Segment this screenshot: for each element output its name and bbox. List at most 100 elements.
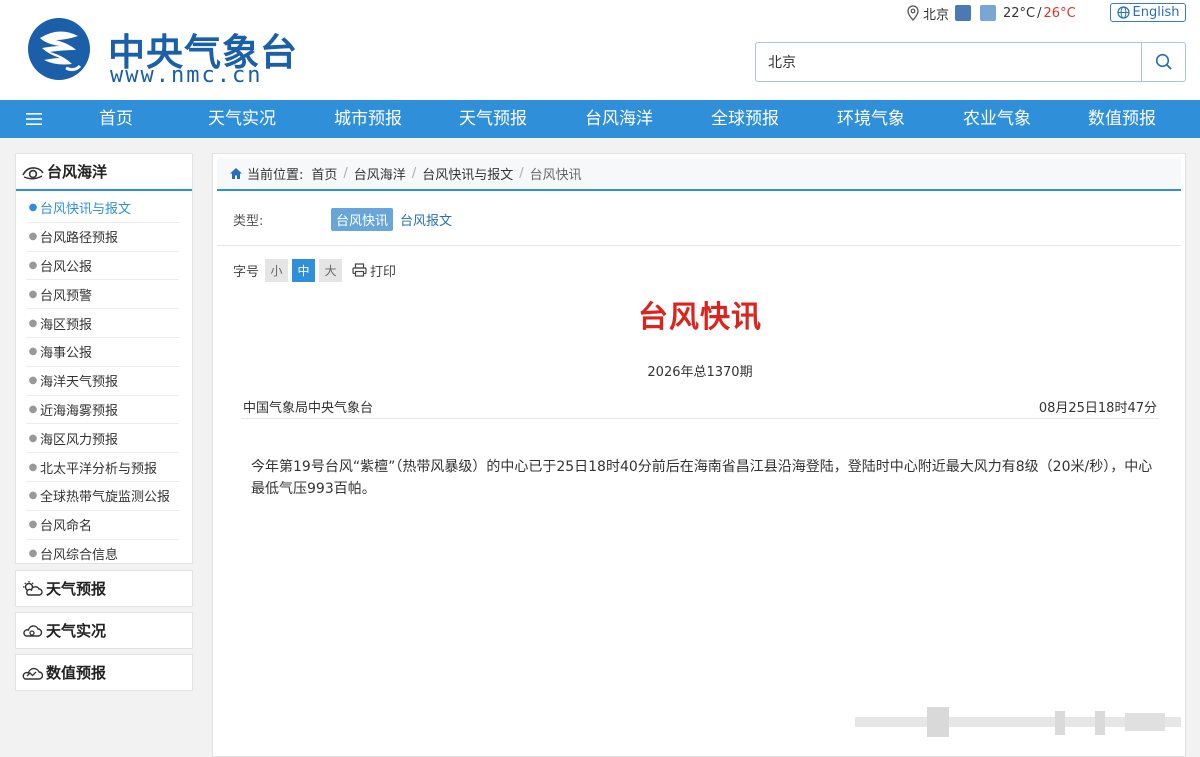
article-issue: 2026年总1370期 [647, 365, 753, 380]
weather-city: 北京 [923, 7, 950, 23]
sidebar-item-ocean-weather[interactable]: ● 海洋天气预报 [26, 367, 179, 396]
main-nav: 首页 天气实况 城市预报 天气预报 台风海洋 全球预报 环境气象 农业气象 数值… [0, 100, 1200, 138]
english-label: English [1132, 5, 1180, 20]
sidebar-item-label: 全球热带气旋监测公报 [40, 490, 171, 506]
sidebar-item-bulletin[interactable]: ● 台风公报 [26, 252, 179, 281]
bullet-icon: ● [28, 375, 38, 387]
bullet-icon: ● [28, 490, 38, 502]
bullet-icon: ● [28, 259, 38, 271]
sidebar-item-label: 台风快讯与报文 [40, 202, 132, 218]
cloud-chart-icon [21, 664, 43, 682]
cma-logo-icon [28, 18, 90, 80]
nav-item-agriculture[interactable]: 农业气象 [947, 100, 1047, 138]
home-icon [229, 167, 243, 180]
breadcrumb-current: 台风快讯 [529, 168, 582, 183]
search-box [755, 42, 1186, 82]
cloudy-weather-icon [955, 5, 972, 21]
current-weather[interactable]: 北京 22°C / 26°C [906, 3, 1076, 23]
sidebar-head-label: 台风海洋 [47, 163, 108, 181]
hamburger-menu-icon [26, 113, 42, 125]
sidebar-item-sea-fog[interactable]: ● 近海海雾预报 [26, 396, 179, 425]
sun-cloud-icon [21, 580, 43, 598]
nav-item-global[interactable]: 全球预报 [695, 100, 795, 138]
sidebar-section-observed[interactable]: 天气实况 [15, 612, 193, 649]
nav-item-observed[interactable]: 天气实况 [192, 100, 292, 138]
sidebar-item-label: 海洋天气预报 [40, 375, 119, 391]
nav-item-numerical[interactable]: 数值预报 [1072, 100, 1172, 138]
sidebar-item-maritime[interactable]: ● 海事公报 [26, 338, 179, 367]
font-size-label: 字号 [233, 264, 260, 280]
font-size-medium-button[interactable]: 中 [292, 258, 316, 282]
bullet-icon: ● [28, 231, 38, 243]
article-meta: 中国气象局中央气象台 08月25日18时47分 [241, 391, 1159, 419]
sidebar-item-north-pacific[interactable]: ● 北太平洋分析与预报 [26, 453, 179, 482]
article-source: 中国气象局中央气象台 [243, 401, 374, 416]
site-logo[interactable]: 中央气象台 www.nmc.cn [26, 16, 316, 88]
sidebar-item-label: 台风公报 [40, 259, 93, 275]
breadcrumb-separator: / [411, 166, 417, 181]
bullet-icon: ● [28, 432, 38, 444]
sidebar-section-forecast[interactable]: 天气预报 [15, 570, 193, 607]
sidebar-item-track-forecast[interactable]: ● 台风路径预报 [26, 223, 179, 252]
sidebar-section-label: 数值预报 [46, 664, 107, 682]
typhoon-eye-icon [21, 163, 45, 181]
search-input[interactable] [756, 43, 1142, 81]
sidebar-item-label: 海区风力预报 [40, 432, 119, 448]
bullet-icon: ● [28, 519, 38, 531]
breadcrumb-home[interactable]: 首页 [311, 164, 337, 183]
bullet-icon: ● [28, 461, 38, 473]
sidebar-typhoon-section: 台风海洋 ● 台风快讯与报文 ● 台风路径预报 ● 台风公报 ● 台风预警 ● 海区预报 … [15, 153, 193, 564]
globe-icon [1116, 6, 1130, 19]
sidebar-item-label: 近海海雾预报 [40, 403, 119, 419]
article-time: 08月25日18时47分 [1038, 401, 1157, 416]
temp-high: 26°C [1043, 5, 1076, 21]
article-title: 台风快讯 [638, 300, 762, 335]
sidebar-item-label: 海事公报 [40, 346, 93, 362]
bullet-icon: ● [28, 317, 38, 329]
sidebar-list: ● 台风快讯与报文 ● 台风路径预报 ● 台风公报 ● 台风预警 ● 海区预报 ● 海事公报… [16, 191, 192, 568]
sidebar-section-label: 天气实况 [46, 622, 107, 640]
print-label: 打印 [370, 264, 397, 280]
sidebar-item-warning[interactable]: ● 台风预警 [26, 280, 179, 310]
print-button[interactable]: 打印 [352, 261, 396, 280]
temp-separator: / [1037, 5, 1042, 21]
nav-item-environment[interactable]: 环境气象 [821, 100, 921, 138]
type-link-typhoon-report[interactable]: 台风报文 [400, 210, 452, 229]
sidebar-item-info[interactable]: ● 台风综合信息 [26, 540, 179, 569]
cloud-observed-icon [21, 622, 43, 640]
type-filter: 类型: 台风快讯 台风报文 [217, 194, 1181, 246]
font-size-large-button[interactable]: 大 [319, 258, 343, 282]
search-button[interactable] [1141, 43, 1185, 81]
site-header: 中央气象台 www.nmc.cn 北京 22°C / 26°C English [0, 0, 1200, 100]
breadcrumb: 当前位置: 首页 / 台风海洋 / 台风快讯与报文 / 台风快讯 [217, 158, 1181, 191]
sidebar-item-label: 海区预报 [40, 317, 93, 333]
sidebar-section-numerical[interactable]: 数值预报 [15, 654, 193, 691]
breadcrumb-separator: / [343, 166, 348, 181]
article-toolbar: 字号 小 中 大 打印 [233, 258, 396, 282]
breadcrumb-typhoon[interactable]: 台风海洋 [354, 164, 406, 183]
nav-item-forecast[interactable]: 天气预报 [443, 100, 543, 138]
nav-item-city[interactable]: 城市预报 [318, 100, 418, 138]
sidebar-head-typhoon[interactable]: 台风海洋 [16, 154, 192, 191]
sidebar-item-sea-forecast[interactable]: ● 海区预报 [26, 309, 179, 338]
font-size-small-button[interactable]: 小 [265, 258, 289, 282]
rain-weather-icon [980, 5, 997, 21]
breadcrumb-prefix: 当前位置: [247, 168, 304, 183]
english-language-button[interactable]: English [1110, 3, 1186, 22]
sidebar-item-global-tc[interactable]: ● 全球热带气旋监测公报 [26, 482, 179, 511]
breadcrumb-typhoon-news[interactable]: 台风快讯与报文 [422, 164, 513, 183]
sidebar-item-label: 台风预警 [40, 288, 93, 304]
sidebar-item-sea-wind[interactable]: ● 海区风力预报 [26, 424, 179, 454]
nav-item-typhoon[interactable]: 台风海洋 [569, 100, 669, 138]
nav-menu-button[interactable] [0, 100, 68, 138]
sidebar-item-label: 台风命名 [40, 519, 93, 535]
sidebar-item-naming[interactable]: ● 台风命名 [26, 511, 179, 540]
sidebar-item-typhoon-news[interactable]: ● 台风快讯与报文 [26, 194, 179, 223]
bullet-icon: ● [28, 548, 38, 560]
logo-url: www.nmc.cn [110, 63, 263, 88]
type-chip-typhoon-news[interactable]: 台风快讯 [331, 208, 394, 231]
sidebar-item-label: 台风综合信息 [40, 548, 119, 564]
nav-item-home[interactable]: 首页 [66, 100, 166, 138]
watermark-graphic [855, 707, 1181, 737]
breadcrumb-separator: / [519, 166, 524, 181]
